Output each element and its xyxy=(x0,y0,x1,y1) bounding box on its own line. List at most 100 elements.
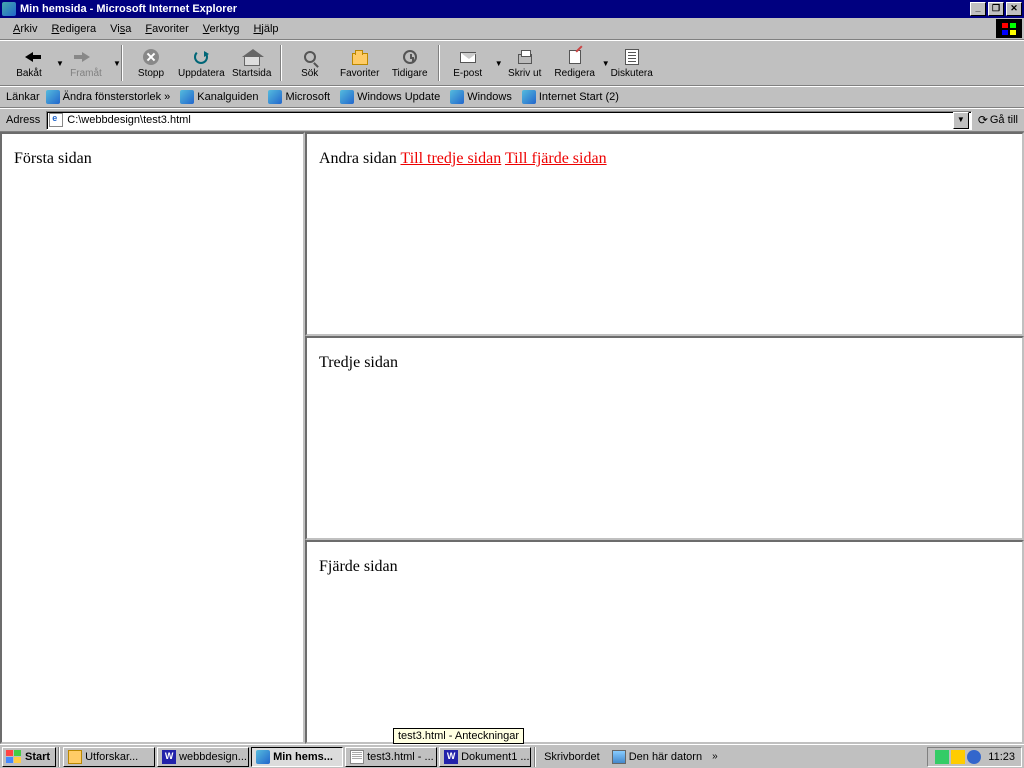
task-min-hemsida[interactable]: Min hems... xyxy=(251,747,343,767)
tray-icon[interactable] xyxy=(967,750,981,764)
taskbar: Start Utforskar... Wwebbdesign... Min he… xyxy=(0,744,1024,768)
print-icon xyxy=(518,54,532,64)
edit-button[interactable]: Redigera xyxy=(550,43,600,83)
link-internet-start[interactable]: Internet Start (2) xyxy=(522,90,619,104)
notepad-icon xyxy=(350,750,364,764)
links-bar: Länkar Ändra fönsterstorlek » Kanalguide… xyxy=(0,86,1024,108)
system-tray: 11:23 xyxy=(927,747,1022,767)
search-icon xyxy=(304,51,316,63)
address-label: Adress xyxy=(6,114,40,126)
my-computer-label[interactable]: Den här datorn xyxy=(612,750,702,764)
link-windows[interactable]: Windows xyxy=(450,90,512,104)
go-button[interactable]: ⟳Gå till xyxy=(978,113,1018,127)
edit-icon xyxy=(569,50,581,64)
stop-icon xyxy=(143,49,159,65)
menu-redigera[interactable]: Redigera xyxy=(44,21,103,37)
menu-verktyg[interactable]: Verktyg xyxy=(196,21,247,37)
ie-link-icon xyxy=(450,90,464,104)
tray-icon[interactable] xyxy=(935,750,949,764)
first-page-text: Första sidan xyxy=(14,150,92,167)
word-icon: W xyxy=(444,750,458,764)
ie-link-icon xyxy=(46,90,60,104)
ie-link-icon xyxy=(180,90,194,104)
discuss-button[interactable]: Diskutera xyxy=(607,43,657,83)
history-icon xyxy=(403,50,417,64)
edit-dropdown[interactable]: ▼ xyxy=(600,59,607,68)
desktop-label[interactable]: Skrivbordet xyxy=(544,751,600,763)
right-column: Andra sidan Till tredje sidan Till fjärd… xyxy=(305,132,1024,744)
back-button[interactable]: Bakåt xyxy=(4,43,54,83)
task-test3[interactable]: test3.html - ... xyxy=(345,747,437,767)
mail-dropdown[interactable]: ▼ xyxy=(493,59,500,68)
stop-button[interactable]: Stopp xyxy=(126,43,176,83)
refresh-button[interactable]: Uppdatera xyxy=(176,43,227,83)
task-utforskaren[interactable]: Utforskar... xyxy=(63,747,155,767)
refresh-icon xyxy=(194,50,208,64)
favorites-button[interactable]: Favoriter xyxy=(335,43,385,83)
link-windows-update[interactable]: Windows Update xyxy=(340,90,440,104)
toolbar-separator xyxy=(280,45,282,81)
link-microsoft[interactable]: Microsoft xyxy=(268,90,330,104)
toolbar-separator xyxy=(121,45,123,81)
links-label: Länkar xyxy=(6,91,40,103)
tray-icon[interactable] xyxy=(951,750,965,764)
ie-link-icon xyxy=(340,90,354,104)
forward-arrow-icon xyxy=(82,52,90,62)
ie-task-icon xyxy=(256,750,270,764)
link-kanalguiden[interactable]: Kanalguiden xyxy=(180,90,258,104)
minimize-button[interactable]: _ xyxy=(970,2,986,16)
address-bar: Adress ▼ ⟳Gå till xyxy=(0,108,1024,132)
home-button[interactable]: Startsida xyxy=(227,43,277,83)
mail-button[interactable]: E-post xyxy=(443,43,493,83)
menu-visa[interactable]: Visa xyxy=(103,21,138,37)
content-area: Första sidan Andra sidan Till tredje sid… xyxy=(0,132,1024,744)
toolbar: Bakåt ▼ Framåt ▼ Stopp Uppdatera Startsi… xyxy=(0,40,1024,86)
close-button[interactable]: ✕ xyxy=(1006,2,1022,16)
search-button[interactable]: Sök xyxy=(285,43,335,83)
third-page-text: Tredje sidan xyxy=(319,354,398,371)
address-input[interactable] xyxy=(67,114,953,126)
window-title: Min hemsida - Microsoft Internet Explore… xyxy=(20,3,237,15)
link-to-fourth[interactable]: Till fjärde sidan xyxy=(505,150,607,167)
menu-hjalp[interactable]: Hjälp xyxy=(246,21,285,37)
title-bar: Min hemsida - Microsoft Internet Explore… xyxy=(0,0,1024,18)
menu-arkiv-label: rkiv xyxy=(20,23,37,35)
page-icon xyxy=(49,113,63,127)
maximize-button[interactable]: ❐ xyxy=(988,2,1004,16)
frameset: Första sidan Andra sidan Till tredje sid… xyxy=(0,132,1024,744)
history-button[interactable]: Tidigare xyxy=(385,43,435,83)
folder-icon xyxy=(68,750,82,764)
link-resize[interactable]: Ändra fönsterstorlek » xyxy=(46,90,171,104)
print-button[interactable]: Skriv ut xyxy=(500,43,550,83)
taskbar-separator xyxy=(534,747,536,767)
link-to-third[interactable]: Till tredje sidan xyxy=(400,150,501,167)
second-page-text: Andra sidan xyxy=(319,150,397,167)
menu-arkiv[interactable]: Arkiv xyxy=(6,21,44,37)
home-icon xyxy=(244,56,260,66)
frame-first: Första sidan xyxy=(0,132,305,744)
tooltip: test3.html - Anteckningar xyxy=(393,728,524,744)
fourth-page-text: Fjärde sidan xyxy=(319,558,398,575)
start-button[interactable]: Start xyxy=(2,747,56,767)
ie-link-icon xyxy=(268,90,282,104)
ie-icon xyxy=(2,2,16,16)
back-arrow-icon xyxy=(25,52,33,62)
clock: 11:23 xyxy=(988,751,1015,763)
address-box[interactable]: ▼ xyxy=(46,111,972,130)
chevron-icon[interactable]: » xyxy=(712,751,718,762)
ie-link-icon xyxy=(522,90,536,104)
task-dokument1[interactable]: WDokument1 ... xyxy=(439,747,531,767)
toolbar-separator xyxy=(438,45,440,81)
address-dropdown[interactable]: ▼ xyxy=(953,112,969,129)
word-icon: W xyxy=(162,750,176,764)
computer-icon xyxy=(612,750,626,764)
mail-icon xyxy=(460,52,476,63)
task-webbdesign[interactable]: Wwebbdesign... xyxy=(157,747,249,767)
forward-dropdown[interactable]: ▼ xyxy=(111,59,118,68)
forward-button: Framåt xyxy=(61,43,111,83)
frame-third: Tredje sidan xyxy=(305,336,1024,540)
taskbar-separator xyxy=(58,747,60,767)
back-dropdown[interactable]: ▼ xyxy=(54,59,61,68)
menu-favoriter[interactable]: Favoriter xyxy=(138,21,195,37)
menu-bar: Arkiv Redigera Visa Favoriter Verktyg Hj… xyxy=(0,18,1024,40)
